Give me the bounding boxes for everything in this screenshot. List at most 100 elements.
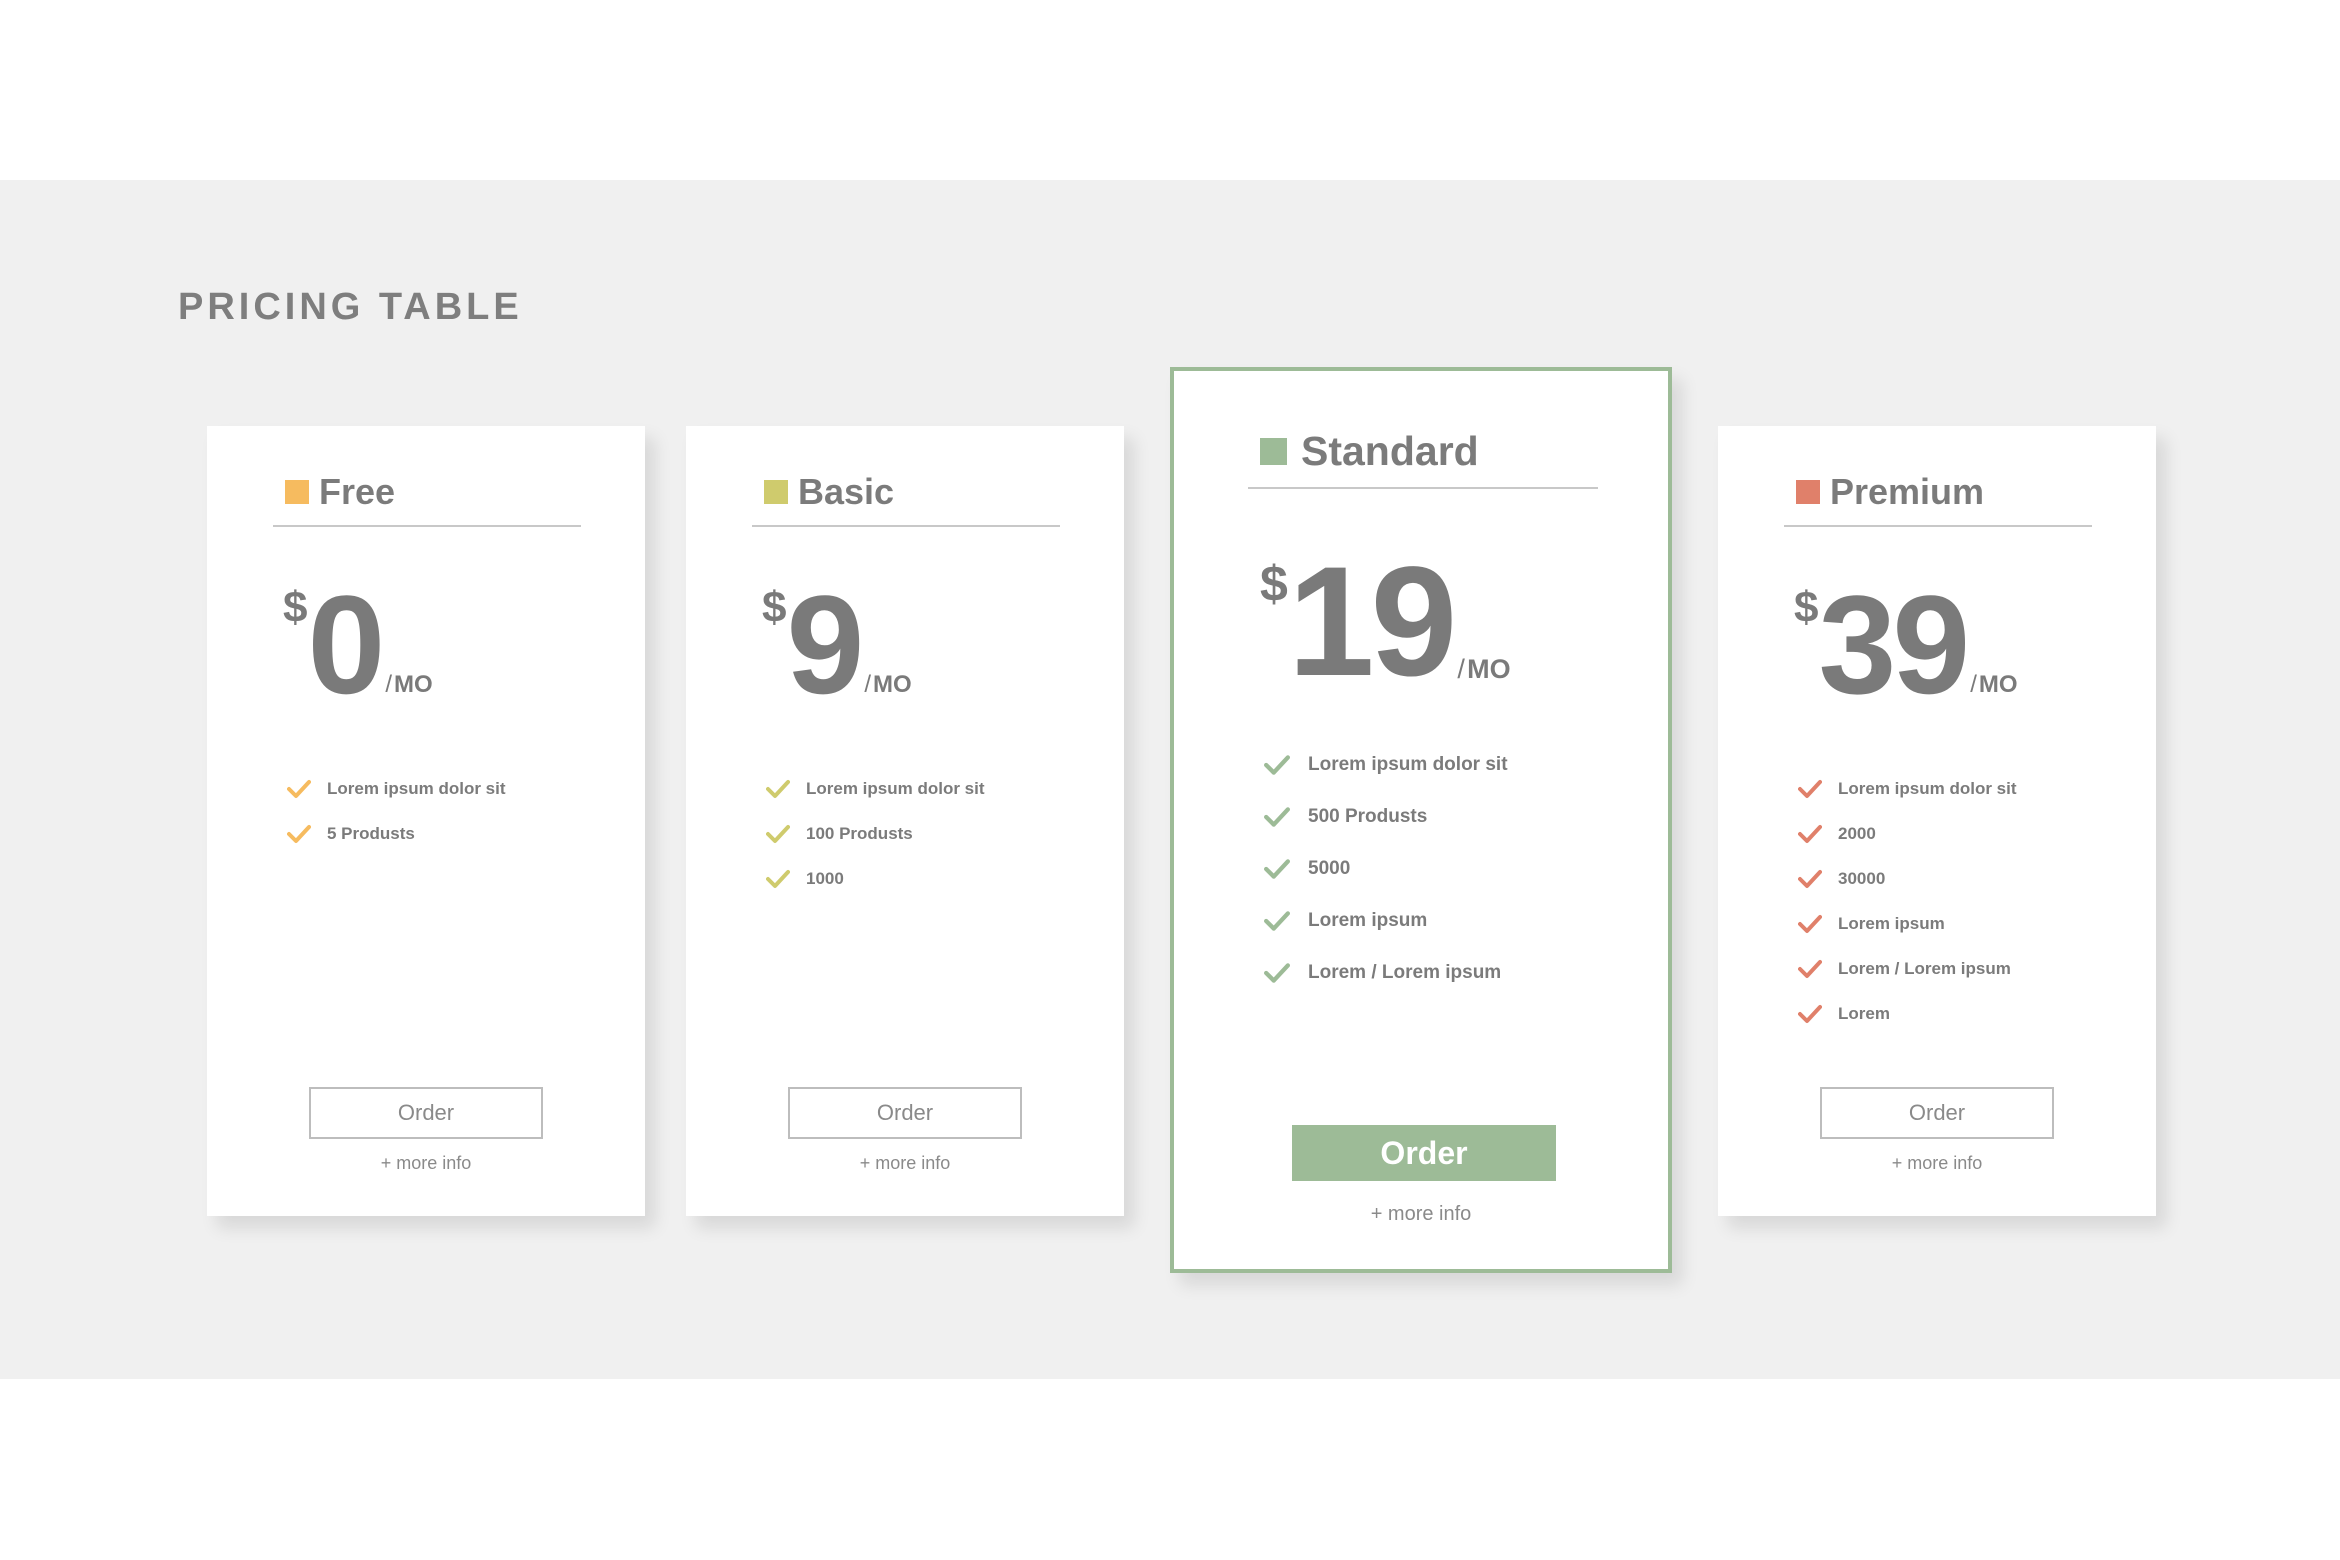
feature-item: 1000 (766, 856, 985, 901)
order-button[interactable]: Order (788, 1087, 1022, 1139)
checkmark-icon (1798, 868, 1822, 890)
price-period: / MO (1457, 654, 1510, 685)
feature-text: 30000 (1838, 868, 1886, 888)
checkmark-icon (287, 778, 311, 800)
price-amount: 19 (1287, 535, 1458, 710)
feature-text: Lorem (1838, 1003, 1890, 1023)
plan-color-swatch (285, 480, 309, 504)
plan-card-standard: Standard $ 19 / MO Lorem ipsum dolor sit… (1170, 367, 1672, 1273)
plan-header: Free (285, 474, 395, 510)
feature-item: 30000 (1798, 856, 2017, 901)
price-amount: 39 (1818, 566, 1970, 723)
feature-item: 100 Produsts (766, 811, 985, 856)
more-info-link[interactable]: + more info (207, 1153, 645, 1174)
more-info-link[interactable]: + more info (1174, 1203, 1668, 1226)
feature-text: 100 Produsts (806, 823, 913, 843)
checkmark-icon (1798, 958, 1822, 980)
checkmark-icon (1264, 857, 1290, 881)
checkmark-icon (1798, 823, 1822, 845)
feature-list: Lorem ipsum dolor sit 500 Produsts 5000 Lor… (1264, 739, 1508, 999)
price-period-slash: / (864, 671, 872, 698)
order-button[interactable]: Order (309, 1087, 543, 1139)
price-period-slash: / (1457, 654, 1465, 684)
plan-card-premium: Premium $ 39 / MO Lorem ipsum dolor sit 2… (1718, 426, 2156, 1216)
feature-item: Lorem ipsum dolor sit (1798, 766, 2017, 811)
plan-price: $ 19 / MO (1260, 535, 1511, 710)
checkmark-icon (1798, 1003, 1822, 1025)
checkmark-icon (766, 823, 790, 845)
price-currency: $ (1260, 556, 1288, 612)
price-period-unit: MO (394, 671, 433, 698)
plan-price: $ 9 / MO (762, 566, 912, 723)
checkmark-icon (287, 823, 311, 845)
feature-item: Lorem ipsum dolor sit (1264, 739, 1508, 791)
checkmark-icon (1264, 753, 1290, 777)
order-button[interactable]: Order (1820, 1087, 2054, 1139)
plan-name: Premium (1830, 471, 1985, 512)
checkmark-icon (1264, 961, 1290, 985)
plan-divider (273, 525, 581, 527)
price-period-unit: MO (1467, 654, 1511, 684)
feature-text: Lorem ipsum (1838, 913, 1945, 933)
feature-item: Lorem / Lorem ipsum (1264, 947, 1508, 999)
checkmark-icon (1264, 805, 1290, 829)
price-period: / MO (385, 671, 432, 699)
more-info-link[interactable]: + more info (1718, 1153, 2156, 1174)
checkmark-icon (766, 868, 790, 890)
feature-text: Lorem ipsum dolor sit (806, 778, 985, 798)
feature-text: Lorem / Lorem ipsum (1838, 958, 2011, 978)
feature-item: Lorem ipsum (1798, 901, 2017, 946)
plan-header: Premium (1796, 474, 1984, 510)
price-period-unit: MO (873, 671, 912, 698)
feature-item: Lorem / Lorem ipsum (1798, 946, 2017, 991)
feature-item: 500 Produsts (1264, 791, 1508, 843)
checkmark-icon (766, 778, 790, 800)
feature-list: Lorem ipsum dolor sit 5 Produsts (287, 766, 506, 856)
feature-text: Lorem ipsum dolor sit (1308, 754, 1508, 775)
feature-item: Lorem ipsum dolor sit (766, 766, 985, 811)
feature-item: 2000 (1798, 811, 2017, 856)
plan-price: $ 0 / MO (283, 566, 433, 723)
price-currency: $ (1794, 583, 1819, 632)
feature-text: 5000 (1308, 858, 1351, 879)
more-info-link[interactable]: + more info (686, 1153, 1124, 1174)
plan-name: Basic (798, 471, 895, 512)
plan-name: Free (319, 471, 396, 512)
feature-text: Lorem / Lorem ipsum (1308, 962, 1502, 983)
price-period-slash: / (1970, 671, 1977, 698)
feature-text: Lorem ipsum dolor sit (1838, 778, 2017, 798)
feature-list: Lorem ipsum dolor sit 100 Produsts 1000 (766, 766, 985, 901)
plan-price: $ 39 / MO (1794, 566, 2018, 723)
feature-list: Lorem ipsum dolor sit 2000 30000 Lorem ipsu… (1798, 766, 2017, 1036)
feature-text: Lorem ipsum (1308, 910, 1428, 931)
feature-item: 5000 (1264, 843, 1508, 895)
checkmark-icon (1798, 778, 1822, 800)
price-period: / MO (864, 671, 911, 699)
plan-color-swatch (1796, 480, 1820, 504)
price-amount: 0 (307, 566, 385, 723)
price-amount: 9 (786, 566, 864, 723)
feature-text: 5 Produsts (327, 823, 415, 843)
plan-card-free: Free $ 0 / MO Lorem ipsum dolor sit 5 Pro… (207, 426, 645, 1216)
checkmark-icon (1798, 913, 1822, 935)
feature-item: Lorem (1798, 991, 2017, 1036)
price-currency: $ (283, 583, 308, 632)
feature-item: 5 Produsts (287, 811, 506, 856)
plan-divider (752, 525, 1060, 527)
plan-divider (1784, 525, 2092, 527)
plan-card-basic: Basic $ 9 / MO Lorem ipsum dolor sit 100 … (686, 426, 1124, 1216)
checkmark-icon (1264, 909, 1290, 933)
plan-divider (1248, 487, 1598, 489)
section-title: PRICING TABLE (178, 286, 523, 328)
price-period-slash: / (385, 671, 393, 698)
plan-header: Standard (1260, 431, 1479, 472)
feature-item: Lorem ipsum dolor sit (287, 766, 506, 811)
plan-header: Basic (764, 474, 894, 510)
order-button[interactable]: Order (1292, 1125, 1556, 1181)
feature-text: 500 Produsts (1308, 806, 1428, 827)
feature-text: 1000 (806, 868, 844, 888)
feature-item: Lorem ipsum (1264, 895, 1508, 947)
feature-text: 2000 (1838, 823, 1876, 843)
plan-name: Standard (1301, 428, 1479, 474)
price-period-unit: MO (1978, 671, 2018, 698)
